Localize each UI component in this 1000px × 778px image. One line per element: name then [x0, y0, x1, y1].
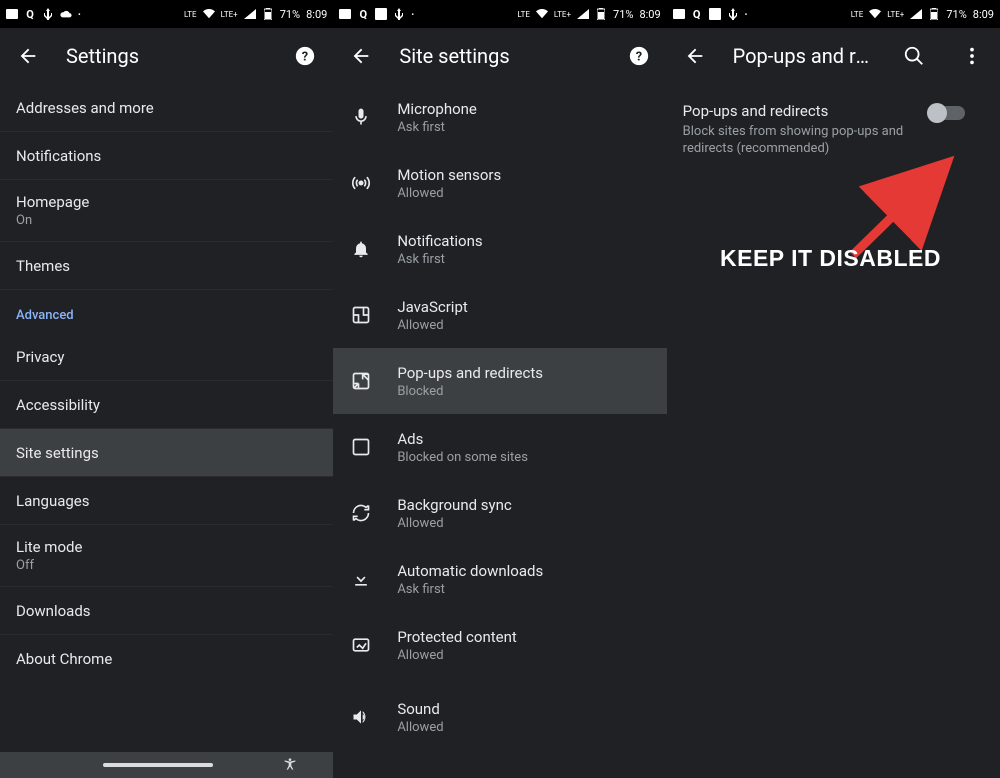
help-icon[interactable]: ? — [619, 36, 659, 76]
help-icon[interactable]: ? — [285, 36, 325, 76]
ads-icon — [349, 435, 373, 459]
nav-bar — [0, 752, 333, 778]
wifi-icon — [536, 8, 548, 20]
usb-icon — [393, 8, 405, 20]
svg-text:?: ? — [635, 50, 641, 65]
sync-icon — [349, 501, 373, 525]
usb-icon — [727, 8, 739, 20]
header: Site settings ? — [333, 28, 666, 84]
site-item-protected-content[interactable]: Protected contentAllowed — [333, 612, 666, 678]
status-bar: Q • LTE LTE+ 71% 8:09 — [0, 0, 333, 28]
back-button[interactable] — [341, 36, 381, 76]
clock: 8:09 — [306, 8, 327, 21]
site-item-javascript[interactable]: JavaScriptAllowed — [333, 282, 666, 348]
advanced-section: Advanced — [0, 290, 333, 333]
site-item-sound[interactable]: SoundAllowed — [333, 678, 666, 744]
site-item-microphone[interactable]: MicrophoneAsk first — [333, 84, 666, 150]
settings-item-addresses[interactable]: Addresses and more — [0, 84, 333, 132]
svg-text:?: ? — [302, 50, 308, 65]
back-button[interactable] — [8, 36, 48, 76]
status-bar: Q • LTE LTE+ 71% 8:09 — [667, 0, 1000, 28]
bell-icon — [349, 237, 373, 261]
site-item-auto-downloads[interactable]: Automatic downloadsAsk first — [333, 546, 666, 612]
search-icon[interactable] — [894, 36, 934, 76]
js-icon — [349, 303, 373, 327]
popups-switch[interactable] — [929, 106, 965, 120]
wifi-icon — [869, 8, 881, 20]
status-bar: Q • LTE LTE+ 71% 8:09 — [333, 0, 666, 28]
toggle-title: Pop-ups and redirects — [683, 102, 913, 120]
overflow-menu-icon[interactable] — [952, 36, 992, 76]
site-item-background-sync[interactable]: Background syncAllowed — [333, 480, 666, 546]
app-icon — [339, 8, 351, 20]
settings-item-notifications[interactable]: Notifications — [0, 132, 333, 180]
site-item-popups[interactable]: Pop-ups and redirectsBlocked — [333, 348, 666, 414]
popups-toggle-row[interactable]: Pop-ups and redirects Block sites from s… — [667, 84, 1000, 176]
picture-icon — [709, 8, 721, 20]
page-title: Pop-ups and redir... — [733, 44, 876, 68]
settings-item-homepage[interactable]: HomepageOn — [0, 180, 333, 242]
site-item-motion-sensors[interactable]: Motion sensorsAllowed — [333, 150, 666, 216]
battery-icon — [262, 8, 274, 20]
dot-icon: • — [745, 10, 748, 19]
battery-pct: 71% — [613, 8, 633, 21]
back-button[interactable] — [675, 36, 715, 76]
settings-item-privacy[interactable]: Privacy — [0, 333, 333, 381]
settings-panel: Q • LTE LTE+ 71% 8:09 Settings ? Address… — [0, 0, 333, 778]
settings-item-themes[interactable]: Themes — [0, 242, 333, 290]
home-pill[interactable] — [103, 763, 213, 767]
settings-item-site-settings[interactable]: Site settings — [0, 429, 333, 477]
settings-item-downloads[interactable]: Downloads — [0, 587, 333, 635]
header: Settings ? — [0, 28, 333, 84]
page-title: Site settings — [399, 44, 600, 68]
site-settings-list: MicrophoneAsk first Motion sensorsAllowe… — [333, 84, 666, 752]
battery-pct: 71% — [280, 8, 300, 21]
lte-icon: LTE — [184, 10, 197, 19]
q-icon: Q — [691, 8, 703, 20]
app-icon — [673, 8, 685, 20]
download-icon — [349, 567, 373, 591]
mic-icon — [349, 105, 373, 129]
popups-panel: Q • LTE LTE+ 71% 8:09 Pop-ups and redir.… — [667, 0, 1000, 778]
site-item-notifications[interactable]: NotificationsAsk first — [333, 216, 666, 282]
battery-icon — [928, 8, 940, 20]
dot-icon: • — [411, 10, 414, 19]
toggle-subtitle: Block sites from showing pop-ups and red… — [683, 124, 913, 158]
settings-item-accessibility[interactable]: Accessibility — [0, 381, 333, 429]
lte-icon-2: LTE+ — [221, 10, 238, 19]
site-item-ads[interactable]: AdsBlocked on some sites — [333, 414, 666, 480]
header: Pop-ups and redir... — [667, 28, 1000, 84]
page-title: Settings — [66, 44, 267, 68]
cloud-icon — [60, 8, 72, 20]
sound-icon — [349, 705, 373, 729]
lte-icon-2: LTE+ — [887, 10, 904, 19]
protected-icon — [349, 633, 373, 657]
q-icon: Q — [357, 8, 369, 20]
signal-icon — [910, 8, 922, 20]
signal-icon — [244, 8, 256, 20]
annotation-text: KEEP IT DISABLED — [720, 245, 941, 272]
settings-item-languages[interactable]: Languages — [0, 477, 333, 525]
picture-icon — [375, 8, 387, 20]
battery-icon — [595, 8, 607, 20]
settings-item-lite-mode[interactable]: Lite modeOff — [0, 525, 333, 587]
wifi-icon — [203, 8, 215, 20]
clock: 8:09 — [639, 8, 660, 21]
dot-icon: • — [78, 10, 81, 19]
settings-list: Addresses and more Notifications Homepag… — [0, 84, 333, 752]
site-settings-panel: Q • LTE LTE+ 71% 8:09 Site settings ? — [333, 0, 666, 778]
lte-icon: LTE — [517, 10, 530, 19]
settings-item-about-chrome[interactable]: About Chrome — [0, 635, 333, 683]
accessibility-icon[interactable] — [281, 756, 299, 774]
popups-icon — [349, 369, 373, 393]
lte-icon-2: LTE+ — [554, 10, 571, 19]
sensors-icon — [349, 171, 373, 195]
q-icon: Q — [24, 8, 36, 20]
lte-icon: LTE — [851, 10, 864, 19]
app-icon — [6, 8, 18, 20]
clock: 8:09 — [973, 8, 994, 21]
usb-icon — [42, 8, 54, 20]
battery-pct: 71% — [946, 8, 966, 21]
signal-icon — [577, 8, 589, 20]
